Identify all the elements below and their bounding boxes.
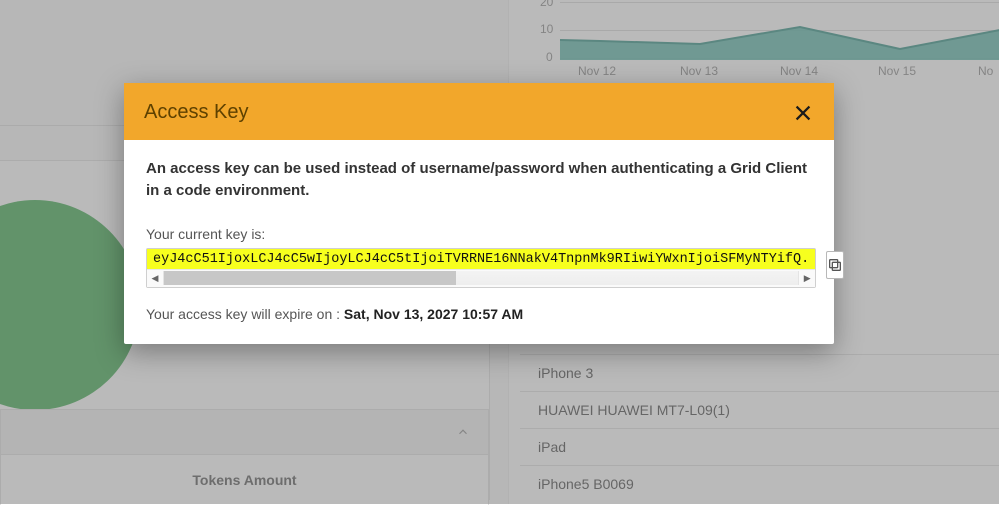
copy-icon — [827, 257, 843, 273]
access-key-modal: Access Key An access key can be used ins… — [124, 83, 834, 344]
access-key-value[interactable]: eyJ4cC51IjoxLCJ4cC5wIjoyLCJ4cC5tIjoiTVRR… — [147, 249, 815, 269]
close-icon[interactable] — [792, 102, 814, 124]
modal-description: An access key can be used instead of use… — [146, 158, 812, 202]
scroll-thumb[interactable] — [164, 271, 456, 285]
copy-button[interactable] — [826, 251, 844, 279]
expiry-date: Sat, Nov 13, 2027 10:57 AM — [344, 306, 523, 322]
current-key-label: Your current key is: — [146, 226, 812, 242]
modal-title: Access Key — [144, 101, 248, 124]
modal-header: Access Key — [124, 83, 834, 140]
expiry-prefix: Your access key will expire on : — [146, 306, 344, 322]
modal-body: An access key can be used instead of use… — [124, 140, 834, 344]
key-box: eyJ4cC51IjoxLCJ4cC5wIjoyLCJ4cC5tIjoiTVRR… — [146, 248, 816, 288]
scroll-track[interactable] — [163, 271, 799, 285]
expiry-line: Your access key will expire on : Sat, No… — [146, 306, 812, 322]
horizontal-scrollbar[interactable]: ◀ ▶ — [147, 269, 815, 287]
key-row: eyJ4cC51IjoxLCJ4cC5wIjoyLCJ4cC5tIjoiTVRR… — [146, 248, 812, 288]
scroll-right-arrow-icon[interactable]: ▶ — [799, 270, 815, 286]
scroll-left-arrow-icon[interactable]: ◀ — [147, 270, 163, 286]
